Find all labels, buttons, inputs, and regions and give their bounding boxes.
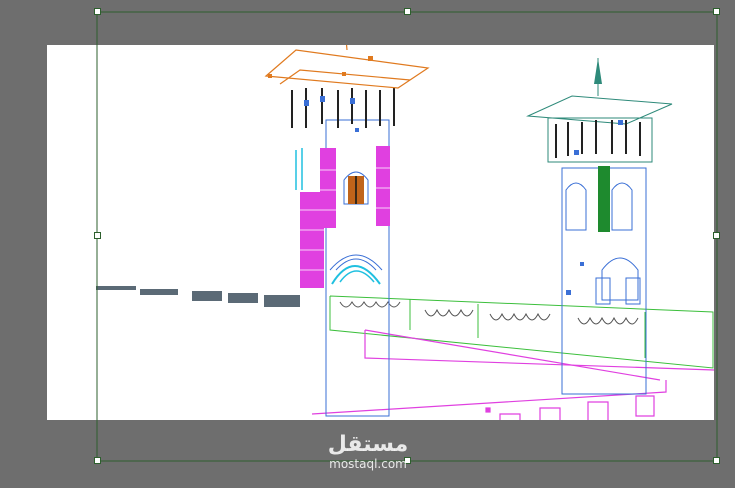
selection-handle-middle-right[interactable]: [713, 232, 720, 239]
selection-handle-top-right[interactable]: [713, 8, 720, 15]
watermark-arabic: مستقل: [327, 432, 409, 457]
selection-bounding-box: [96, 11, 718, 462]
watermark-latin: mostaql.com: [329, 457, 407, 471]
selection-handle-top-center[interactable]: [404, 8, 411, 15]
selection-handle-bottom-left[interactable]: [94, 457, 101, 464]
selection-handle-top-left[interactable]: [94, 8, 101, 15]
selection-handle-middle-left[interactable]: [94, 232, 101, 239]
mostaql-watermark: مستقل mostaql.com: [318, 432, 418, 472]
pasteboard[interactable]: مستقل mostaql.com: [0, 0, 735, 488]
selection-handle-bottom-right[interactable]: [713, 457, 720, 464]
